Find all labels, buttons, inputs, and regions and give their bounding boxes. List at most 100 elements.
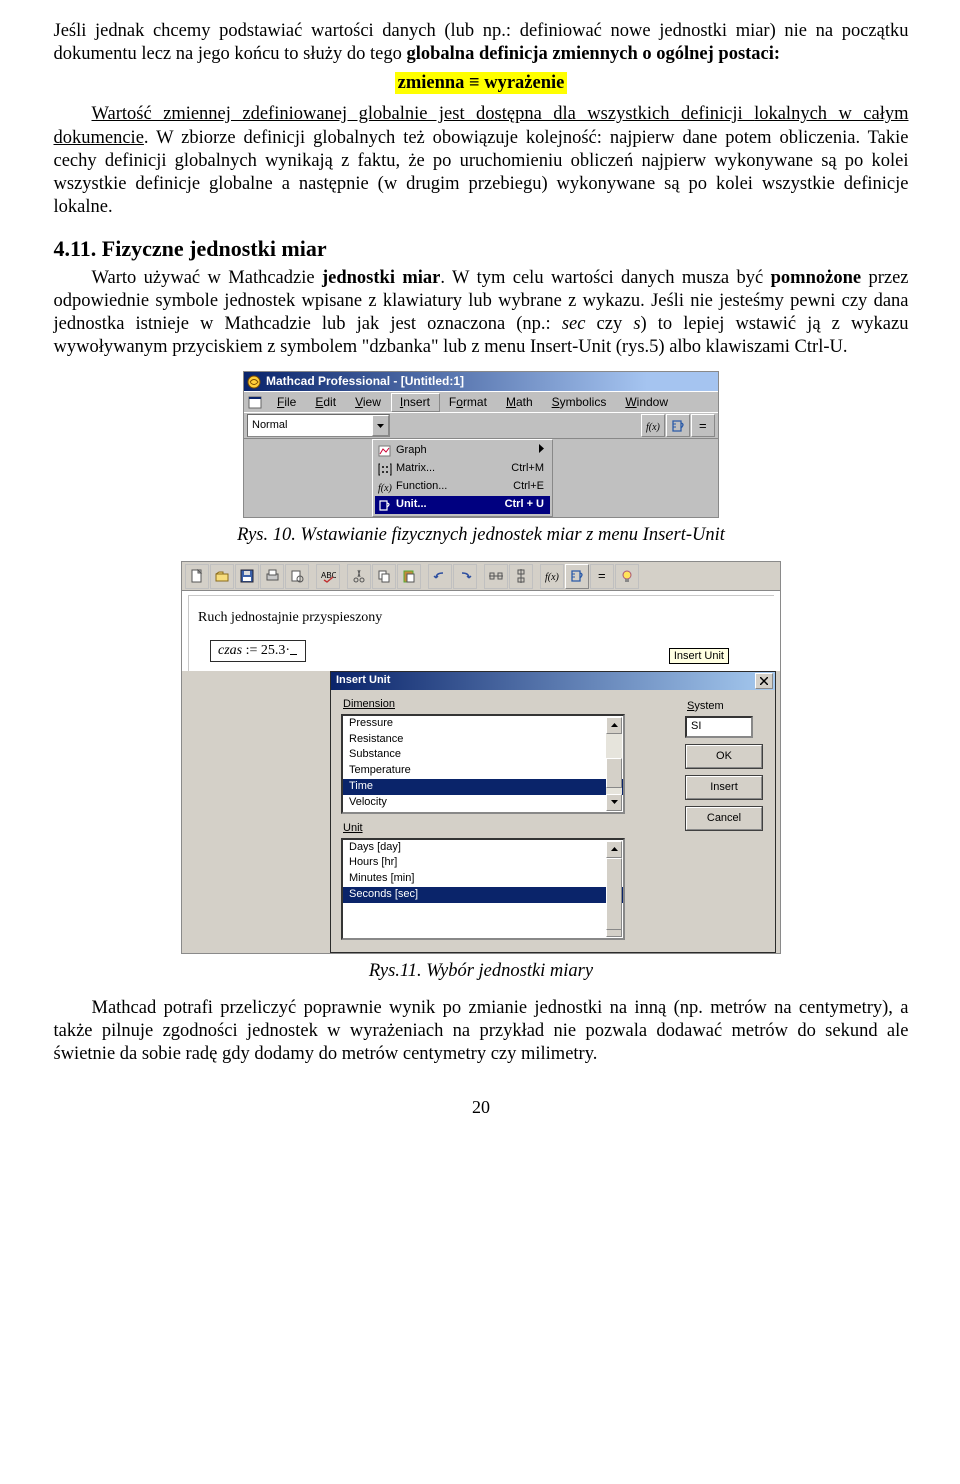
menu-format[interactable]: Format (440, 393, 497, 412)
text-underline: Wartość zmiennej zdefiniowanej globalnie… (92, 104, 755, 124)
math-expression[interactable]: czas := 25.3· (210, 640, 306, 662)
svg-text:f(x): f(x) (545, 572, 560, 583)
list-item-selected[interactable]: Time (343, 779, 623, 795)
format-toolbar: Normal f(x) = (244, 412, 718, 439)
fx-button-2[interactable]: f(x) (540, 564, 564, 589)
tooltip: Insert Unit (669, 648, 729, 664)
cancel-button[interactable]: Cancel (685, 806, 763, 831)
bulb-button[interactable] (615, 564, 639, 589)
scroll-up-icon[interactable] (606, 841, 622, 858)
menu-symbolics[interactable]: Symbolics (543, 393, 617, 412)
text-italic: sec (562, 314, 586, 334)
list-item[interactable]: Pressure (343, 716, 623, 732)
menuitem-label: Function... (396, 480, 513, 494)
menuitem-label: Unit... (396, 498, 505, 512)
system-label: System (687, 700, 763, 714)
list-item[interactable]: Temperature (343, 763, 623, 779)
text-bold: pomnożone (771, 268, 861, 288)
svg-text:f(x): f(x) (646, 422, 661, 433)
dialog-titlebar[interactable]: Insert Unit (331, 672, 775, 690)
align-h-button[interactable] (484, 564, 508, 589)
document-area[interactable]: Ruch jednostajnie przyspieszony czas := … (182, 591, 780, 671)
list-item[interactable]: Resistance (343, 732, 623, 748)
dialog-close-button[interactable] (755, 673, 773, 689)
new-button[interactable] (185, 564, 209, 589)
cut-button[interactable] (347, 564, 371, 589)
figure-10-screenshot: Mathcad Professional - [Untitled:1] File… (243, 371, 719, 518)
menu-math[interactable]: Math (497, 393, 543, 412)
ok-button[interactable]: OK (685, 744, 763, 769)
menu-edit[interactable]: Edit (306, 393, 346, 412)
matrix-icon (378, 463, 396, 476)
text: Warto używać w Mathcadzie (92, 268, 322, 288)
undo-button[interactable] (428, 564, 452, 589)
measuring-cup-icon (378, 499, 396, 512)
system-field: SI (685, 716, 753, 738)
document-text: Ruch jednostajnie przyspieszony (198, 610, 764, 626)
svg-text:=: = (598, 569, 606, 583)
print-button[interactable] (260, 564, 284, 589)
unit-listbox[interactable]: Days [day] Hours [hr] Minutes [min] Seco… (341, 838, 625, 940)
page-number: 20 (54, 1096, 909, 1119)
paragraph-unit-convert: Mathcad potrafi przeliczyć poprawnie wyn… (54, 997, 909, 1066)
open-button[interactable] (210, 564, 234, 589)
svg-text:ABC: ABC (321, 571, 336, 580)
insert-button[interactable]: Insert (685, 775, 763, 800)
redo-button[interactable] (453, 564, 477, 589)
menu-bar: File Edit View Insert Format Math Symbol… (244, 391, 718, 412)
scrollbar[interactable] (606, 841, 622, 937)
paragraph-scope: Wartość zmiennej zdefiniowanej globalnie… (54, 103, 909, 219)
scrollbar[interactable] (606, 717, 622, 811)
list-item[interactable]: Hours [hr] (343, 855, 623, 871)
text-bold: jednostki miar (322, 268, 440, 288)
mdi-icon[interactable] (248, 396, 262, 409)
list-item[interactable]: Minutes [min] (343, 871, 623, 887)
save-button[interactable] (235, 564, 259, 589)
menu-view[interactable]: View (346, 393, 391, 412)
measuring-cup-icon (671, 419, 686, 433)
menuitem-shortcut: Ctrl+M (511, 462, 544, 476)
list-item-selected[interactable]: Seconds [sec] (343, 887, 623, 903)
fx-button[interactable]: f(x) (641, 414, 665, 437)
window-title: Mathcad Professional - [Untitled:1] (266, 374, 464, 389)
svg-text:f(x): f(x) (378, 483, 392, 494)
equals-button-2[interactable]: = (590, 564, 614, 589)
list-item[interactable]: Days [day] (343, 840, 623, 856)
dimension-listbox[interactable]: Pressure Resistance Substance Temperatur… (341, 714, 625, 814)
equals-button[interactable]: = (691, 414, 715, 437)
measuring-cup-icon (570, 569, 585, 583)
list-item[interactable]: Substance (343, 747, 623, 763)
style-combo-text: Normal (248, 415, 372, 436)
paragraph-units: Warto używać w Mathcadzie jednostki miar… (54, 267, 909, 360)
preview-button[interactable] (285, 564, 309, 589)
dropdown-arrow-icon[interactable] (372, 415, 389, 436)
menuitem-label: Graph (396, 444, 539, 458)
menu-file[interactable]: File (268, 393, 306, 412)
scroll-up-icon[interactable] (606, 717, 622, 734)
dialog-title-text: Insert Unit (336, 674, 390, 688)
fx-icon: f(x) (378, 481, 396, 494)
unit-button[interactable] (666, 414, 690, 437)
menuitem-label: Matrix... (396, 462, 511, 476)
window-titlebar[interactable]: Mathcad Professional - [Untitled:1] (244, 372, 718, 391)
unit-toolbar-button[interactable] (565, 564, 589, 589)
align-v-button[interactable] (509, 564, 533, 589)
menu-insert[interactable]: Insert (391, 393, 440, 412)
menuitem-unit[interactable]: Unit... Ctrl + U (375, 496, 550, 514)
copy-button[interactable] (372, 564, 396, 589)
menuitem-matrix[interactable]: Matrix... Ctrl+M (375, 460, 550, 478)
menuitem-function[interactable]: f(x) Function... Ctrl+E (375, 478, 550, 496)
scroll-down-icon[interactable] (606, 794, 622, 811)
text-bold: globalna definicja zmiennych o ogólnej p… (406, 44, 780, 64)
insert-dropdown: Graph Matrix... Ctrl+M f(x) Function... … (372, 439, 553, 517)
list-item[interactable]: Velocity (343, 795, 623, 811)
spell-button[interactable]: ABC (316, 564, 340, 589)
style-combo[interactable]: Normal (247, 414, 390, 437)
text-italic-2: s (633, 314, 640, 334)
text: czy (585, 314, 633, 334)
menuitem-graph[interactable]: Graph (375, 442, 550, 460)
paste-button[interactable] (397, 564, 421, 589)
menu-window[interactable]: Window (616, 393, 678, 412)
app-icon (247, 375, 261, 389)
heading-4-11: 4.11. Fizyczne jednostki miar (54, 235, 909, 263)
